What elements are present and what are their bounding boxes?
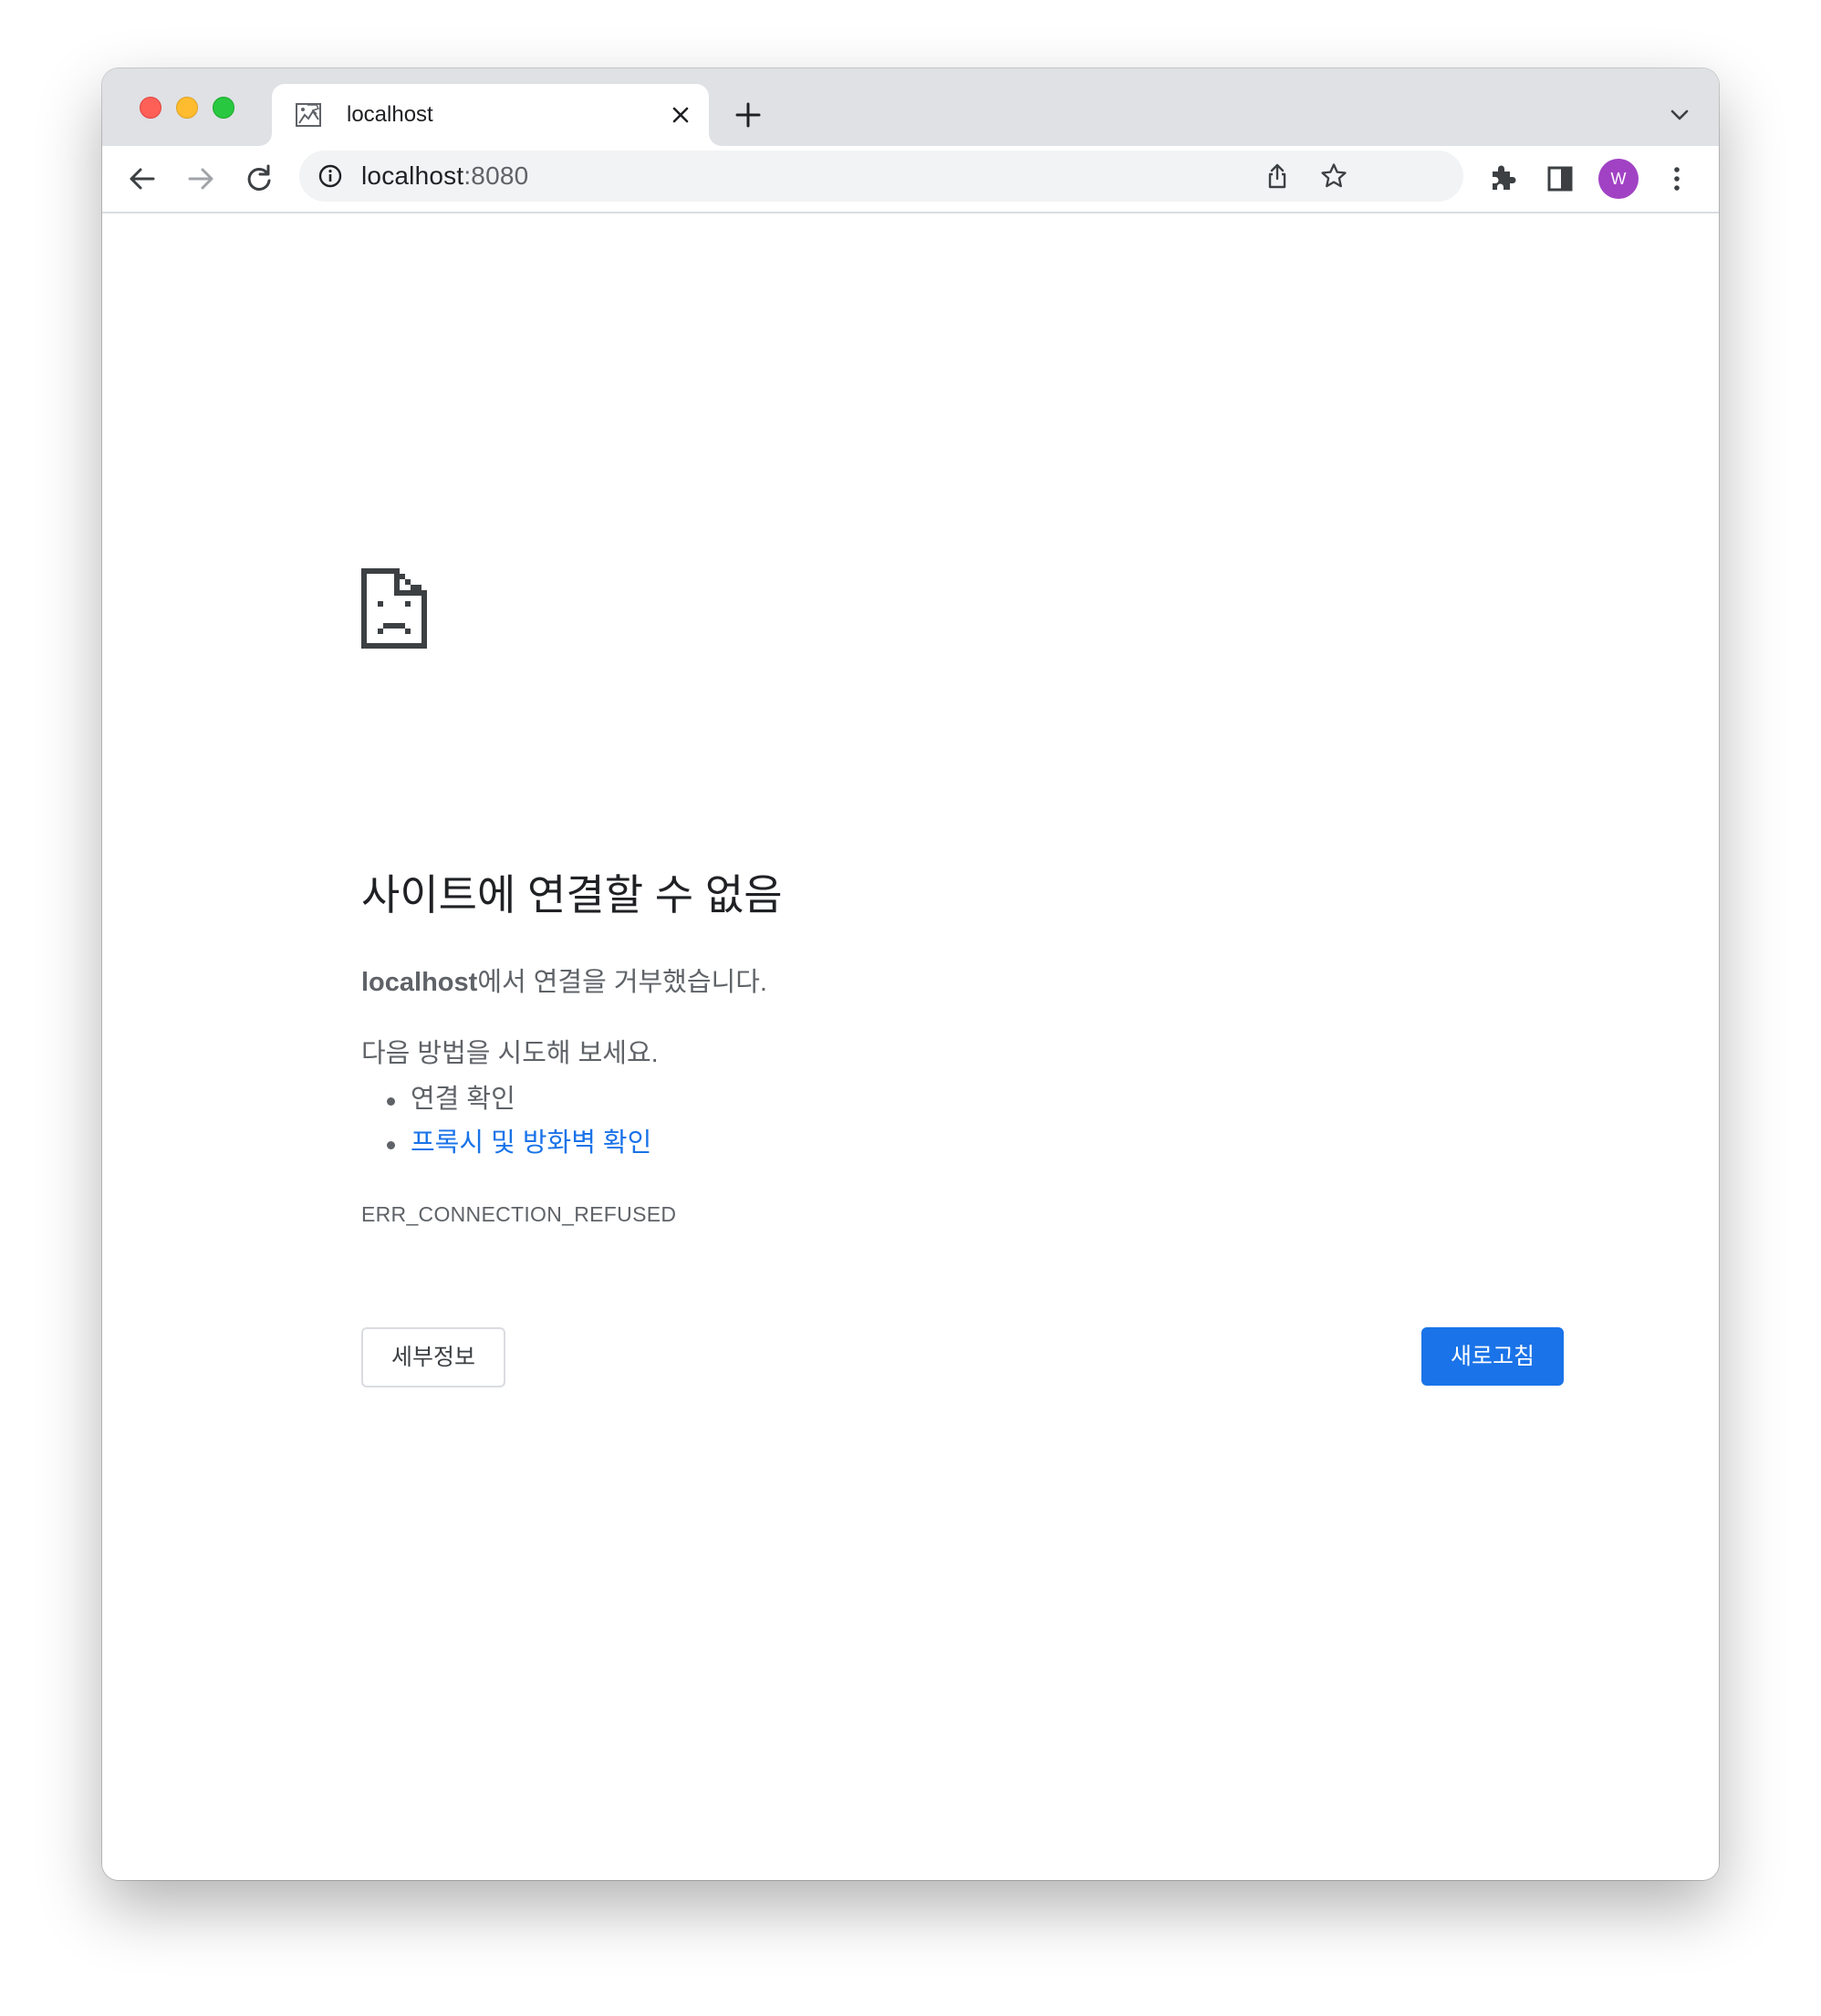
new-tab-icon[interactable] (732, 99, 765, 131)
bookmark-star-icon[interactable] (1319, 161, 1348, 191)
reload-button[interactable]: 새로고침 (1421, 1327, 1564, 1386)
url-text: localhost:8080 (361, 162, 528, 190)
sad-page-icon (361, 568, 427, 649)
details-button[interactable]: 세부정보 (361, 1327, 505, 1387)
browser-window: localhost localhost:8080 W 사이트에 연결할 수 없음… (102, 68, 1719, 1880)
browser-toolbar: localhost:8080 W (102, 146, 1719, 213)
suggestions-intro: 다음 방법을 시도해 보세요. (361, 1039, 659, 1068)
back-arrow-icon[interactable] (124, 161, 161, 197)
tab-title: localhost (347, 102, 433, 127)
chevron-down-icon[interactable] (1666, 101, 1693, 129)
info-icon[interactable] (317, 163, 343, 189)
extensions-puzzle-icon[interactable] (1483, 161, 1520, 197)
error-title: 사이트에 연결할 수 없음 (361, 871, 783, 919)
suggestions-list: 연결 확인 프록시 및 방화벽 확인 (386, 1083, 651, 1170)
minimize-window-button[interactable] (176, 97, 198, 119)
suggestion-check-connection: 연결 확인 (411, 1085, 515, 1114)
share-icon[interactable] (1263, 161, 1292, 191)
error-code: ERR_CONNECTION_REFUSED (361, 1202, 677, 1226)
list-item: 프록시 및 방화벽 확인 (386, 1127, 651, 1170)
broken-page-favicon-icon (296, 103, 321, 127)
url-host: localhost (361, 161, 464, 190)
profile-avatar[interactable]: W (1598, 159, 1639, 199)
list-item: 연결 확인 (386, 1083, 651, 1127)
address-bar[interactable]: localhost:8080 (299, 151, 1463, 202)
suggestion-check-proxy-firewall-link[interactable]: 프록시 및 방화벽 확인 (411, 1128, 651, 1158)
page-content: 사이트에 연결할 수 없음 localhost에서 연결을 거부했습니다. 다음… (102, 213, 1719, 1880)
close-window-button[interactable] (140, 97, 161, 119)
zoom-window-button[interactable] (213, 97, 234, 119)
reload-icon[interactable] (241, 161, 277, 197)
forward-arrow-icon[interactable] (182, 161, 219, 197)
error-host: localhost (361, 968, 478, 997)
tab-localhost[interactable]: localhost (272, 84, 709, 146)
error-summary: localhost에서 연결을 거부했습니다. (361, 966, 767, 999)
tab-strip: localhost (102, 68, 1719, 146)
close-tab-icon[interactable] (668, 102, 693, 128)
side-panel-icon[interactable] (1542, 161, 1578, 197)
error-summary-text: 에서 연결을 거부했습니다. (477, 968, 767, 997)
more-menu-icon[interactable] (1659, 161, 1695, 197)
url-port: :8080 (463, 161, 529, 190)
